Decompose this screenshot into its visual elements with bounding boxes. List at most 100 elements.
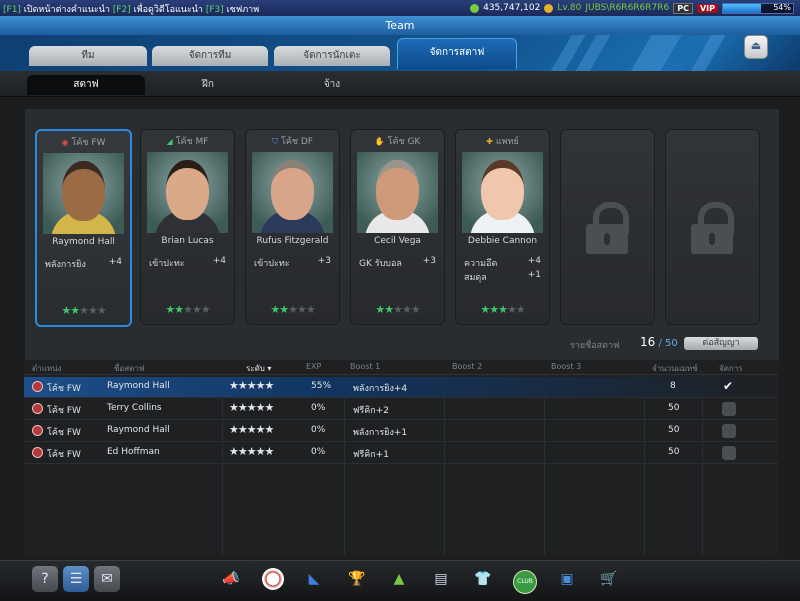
whistle-icon <box>32 403 43 414</box>
select-checkbox[interactable] <box>722 402 736 416</box>
star-filled-icon: ★ <box>237 379 248 392</box>
staff-list-label: รายชื่อสตาฟ <box>570 341 620 351</box>
star-filled-icon: ★ <box>279 303 289 316</box>
table-row[interactable]: โค้ช FW Raymond Hall ★★★★★ 55% พลังการยิ… <box>24 377 778 398</box>
notes-icon[interactable]: ☰ <box>63 566 89 592</box>
card-icon[interactable]: ▣ <box>554 566 580 592</box>
star-filled-icon: ★ <box>270 303 280 316</box>
shop-cart-icon[interactable]: 🛒 <box>596 566 622 592</box>
row-staff-name: Terry Collins <box>107 403 162 413</box>
whistle-icon[interactable]: 📣 <box>218 566 244 592</box>
star-empty-icon: ★ <box>255 423 266 436</box>
renew-contract-button[interactable]: ต่อสัญญา <box>684 337 758 350</box>
star-filled-icon: ★ <box>174 303 184 316</box>
star-empty-icon: ★ <box>264 423 275 436</box>
mail-icon[interactable]: ✉ <box>94 566 120 592</box>
medkit-icon: ✚ <box>486 137 493 146</box>
window-title: Team <box>385 19 415 32</box>
header-position[interactable]: ตำแหน่ง <box>32 362 62 375</box>
boots-icon[interactable]: ◣ <box>301 566 327 592</box>
stat-label: GK รับบอล <box>359 259 402 269</box>
top-info-bar: [F1] เปิดหน้าต่างคำแนะนำ [F2] เพื่อดูวิด… <box>0 0 800 17</box>
stat-value: +4 <box>527 256 541 266</box>
staff-card[interactable]: ⛉ โค้ช DF Rufus Fitzgerald เข้าปะทะ +3 ★★★… <box>245 129 340 325</box>
boot-icon: ◢ <box>166 137 173 146</box>
star-empty-icon: ★ <box>87 304 98 317</box>
header-boost3[interactable]: Boost 3 <box>551 362 581 371</box>
stat-label: เข้าปะทะ <box>149 259 185 269</box>
star-filled-icon: ★ <box>70 304 80 317</box>
whistle-icon <box>32 447 43 458</box>
select-checkbox[interactable] <box>722 446 736 460</box>
header-level[interactable]: ระดับ ▾ <box>246 362 271 375</box>
row-matches: 50 <box>668 447 680 457</box>
whistle-icon <box>32 381 43 392</box>
gp-amount: 435,747,102 <box>483 3 541 13</box>
portrait-face <box>62 161 105 221</box>
checkmark-icon[interactable]: ✔ <box>723 379 733 393</box>
star-empty-icon: ★ <box>264 401 275 414</box>
subtab-staff[interactable]: สตาฟ <box>27 75 145 95</box>
header-staff-name[interactable]: ชื่อสตาฟ <box>114 362 144 375</box>
subtab-hire[interactable]: จ้าง <box>273 75 391 95</box>
tab-team[interactable]: ทีม <box>29 46 147 66</box>
star-filled-icon: ★ <box>165 303 175 316</box>
lock-icon <box>583 202 631 254</box>
table-header: ตำแหน่ง ชื่อสตาฟ ระดับ ▾ EXP Boost 1 Boo… <box>24 360 778 375</box>
bottom-toolbar: ? ☰ ✉ 📣 ◣ 🏆 ▲ ▤ 👕 CLUB ▣ 🛒 <box>0 560 800 601</box>
eject-icon[interactable]: ⏏ <box>744 35 768 59</box>
header-exp[interactable]: EXP <box>306 362 321 371</box>
stat-label: พลังการยิง <box>45 260 86 270</box>
stat-value: +3 <box>422 256 436 266</box>
star-empty-icon: ★ <box>410 303 421 316</box>
row-position-label: โค้ช FW <box>47 450 81 460</box>
row-matches: 8 <box>670 381 676 391</box>
staff-card[interactable]: ◉ โค้ช FW Raymond Hall พลังการยิง +4 ★★★★★ <box>35 129 132 327</box>
star-empty-icon: ★ <box>264 379 275 392</box>
star-empty-icon: ★ <box>515 303 526 316</box>
row-position: โค้ช FW <box>32 381 81 395</box>
star-empty-icon: ★ <box>255 401 266 414</box>
staff-stat-1: ความอึด +4 <box>464 256 541 270</box>
staff-role: ◉ โค้ช FW <box>37 135 130 149</box>
row-position-label: โค้ช FW <box>47 406 81 416</box>
row-boost1: ฟรีคิก+2 <box>353 406 389 416</box>
hint-key-f1: [F1] <box>3 5 21 15</box>
staff-stat-1: GK รับบอล +3 <box>359 256 436 270</box>
trophy-icon[interactable]: 🏆 <box>344 566 370 592</box>
row-position: โค้ช FW <box>32 403 81 417</box>
select-checkbox[interactable] <box>722 424 736 438</box>
staff-portrait <box>357 152 438 233</box>
table-row[interactable]: โค้ช FW Ed Hoffman ★★★★★ 0% ฟรีคิก+1 50 <box>24 443 778 464</box>
jersey-icon[interactable]: 👕 <box>470 566 496 592</box>
tab-team-management[interactable]: จัดการทีม <box>152 46 268 66</box>
club-icon[interactable]: CLUB <box>512 566 538 594</box>
table-row[interactable]: โค้ช FW Raymond Hall ★★★★★ 0% พลังการยิง… <box>24 421 778 442</box>
tab-player-management[interactable]: จัดการนักเตะ <box>274 46 390 66</box>
star-empty-icon: ★ <box>255 445 266 458</box>
header-matches[interactable]: จำนวนแมทช์ <box>652 362 698 375</box>
tab-staff-management[interactable]: จัดการสตาฟ <box>397 38 517 69</box>
row-position-label: โค้ช FW <box>47 428 81 438</box>
league-icon[interactable]: ▲ <box>386 566 412 592</box>
row-boost1: พลังการยิง+4 <box>353 384 408 394</box>
header-manage: จัดการ <box>719 364 743 373</box>
row-matches: 50 <box>668 425 680 435</box>
table-row[interactable]: โค้ช FW Terry Collins ★★★★★ 0% ฟรีคิก+2 … <box>24 399 778 420</box>
staff-card[interactable]: ◢ โค้ช MF Brian Lucas เข้าปะทะ +4 ★★★★★ <box>140 129 235 325</box>
tactics-icon[interactable]: ▤ <box>428 566 454 592</box>
staff-card[interactable]: ✋ โค้ช GK Cecil Vega GK รับบอล +3 ★★★★★ <box>350 129 445 325</box>
staff-count-current: 16 <box>640 335 656 349</box>
staff-cards-panel: ◉ โค้ช FW Raymond Hall พลังการยิง +4 ★★★★★… <box>24 108 780 362</box>
glove-icon: ✋ <box>374 137 385 146</box>
exp-percent: 54% <box>773 2 791 12</box>
staff-card[interactable]: ✚ แพทย์ Debbie Cannon ความอึด +4 สมดุล +1 ★… <box>455 129 550 325</box>
header-boost2[interactable]: Boost 2 <box>452 362 482 371</box>
subtab-train[interactable]: ฝึก <box>149 75 267 95</box>
header-boost1[interactable]: Boost 1 <box>350 362 380 371</box>
star-filled-icon: ★ <box>384 303 394 316</box>
star-empty-icon: ★ <box>305 303 316 316</box>
help-icon[interactable]: ? <box>32 566 58 592</box>
row-stars: ★★★★★ <box>229 379 275 392</box>
ball-icon[interactable] <box>260 566 286 592</box>
